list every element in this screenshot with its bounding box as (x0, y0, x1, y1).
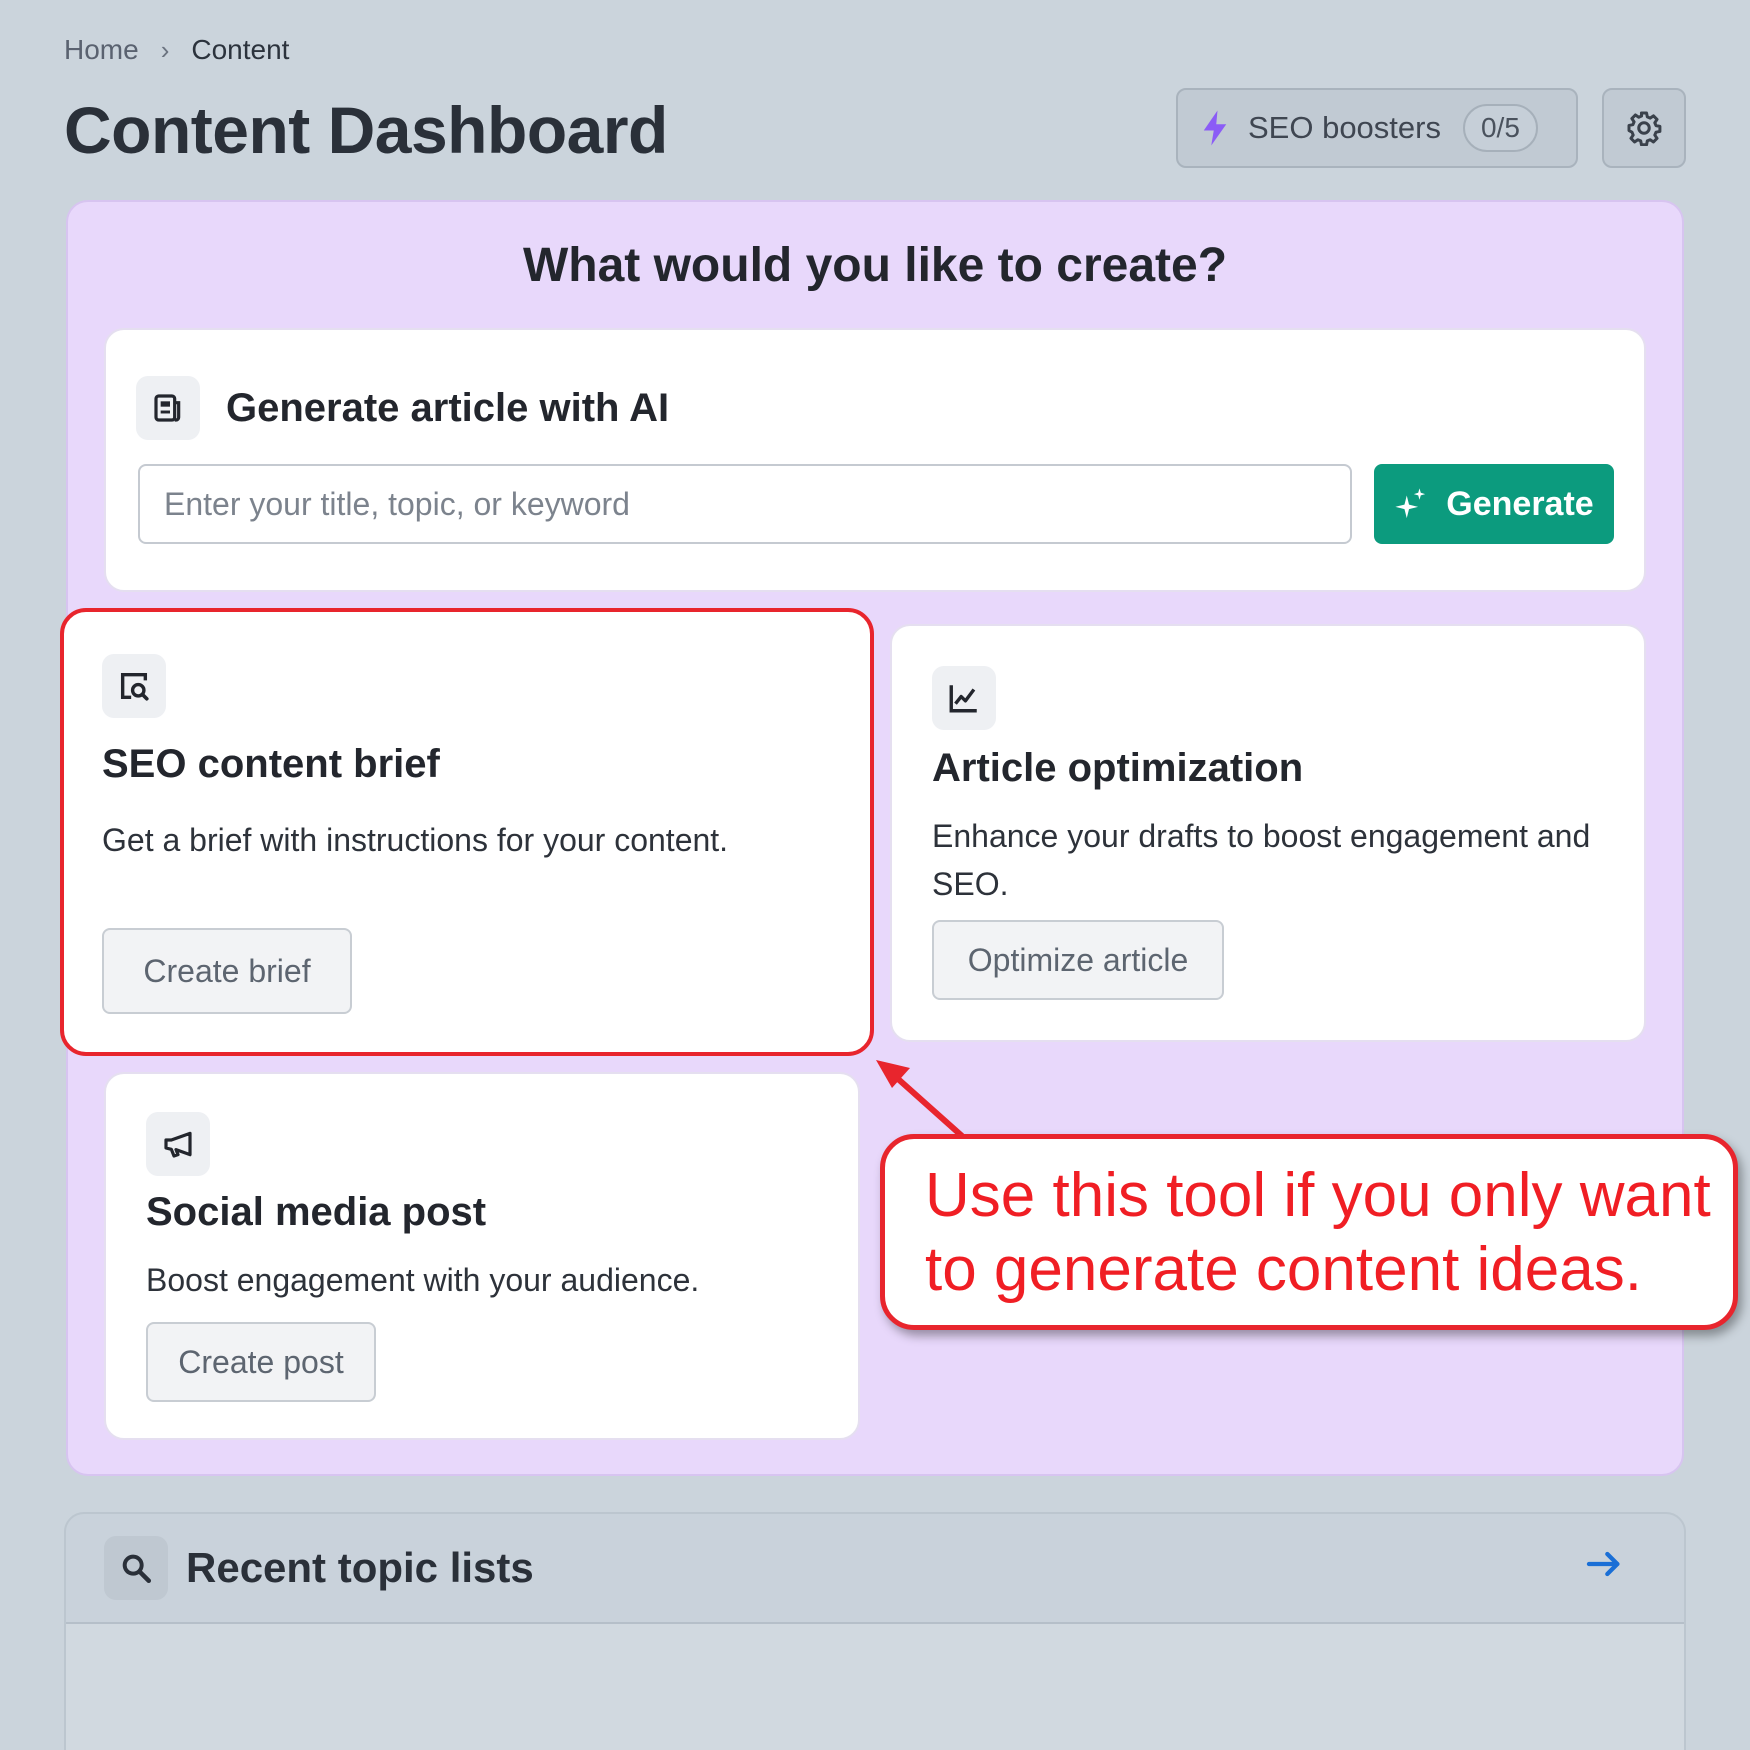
article-icon (136, 376, 200, 440)
page-title: Content Dashboard (64, 93, 668, 167)
annotation-callout: Use this tool if you only want to genera… (880, 1134, 1738, 1330)
generate-button[interactable]: Generate (1374, 464, 1614, 544)
seo-boosters-count: 0/5 (1462, 104, 1538, 152)
search-icon (104, 1536, 168, 1600)
line-chart-icon (932, 666, 996, 730)
seo-content-brief-title: SEO content brief (102, 742, 440, 786)
social-media-post-title: Social media post (146, 1190, 487, 1234)
social-media-post-description: Boost engagement with your audience. (146, 1262, 700, 1298)
article-optimization-description: Enhance your drafts to boost engagement … (932, 818, 1591, 902)
document-search-icon (102, 654, 166, 718)
breadcrumb-home[interactable]: Home (64, 34, 139, 66)
seo-boosters-label: SEO boosters (1248, 110, 1441, 145)
topic-input[interactable] (138, 464, 1352, 544)
article-optimization-title: Article optimization (932, 746, 1304, 790)
gear-icon (1627, 111, 1662, 146)
breadcrumb: Home › Content (64, 34, 289, 66)
seo-content-brief-card: SEO content brief Get a brief with instr… (60, 608, 874, 1056)
settings-button[interactable] (1602, 88, 1686, 168)
breadcrumb-separator: › (160, 34, 170, 65)
social-media-post-card: Social media post Boost engagement with … (104, 1072, 860, 1440)
create-heading: What would you like to create? (522, 239, 1228, 292)
arrow-right-icon[interactable] (1584, 1544, 1624, 1584)
sparkle-icon (1395, 488, 1426, 519)
generate-article-card: Generate article with AI Generate (104, 328, 1646, 592)
optimize-article-button[interactable]: Optimize article (932, 920, 1224, 1000)
recent-topic-lists-title: Recent topic lists (186, 1544, 534, 1591)
lightning-icon (1203, 110, 1227, 146)
seo-boosters-button[interactable]: SEO boosters 0/5 (1176, 88, 1578, 168)
megaphone-icon (146, 1112, 210, 1176)
article-optimization-card: Article optimization Enhance your drafts… (890, 624, 1646, 1042)
recent-topic-lists-body (66, 1624, 1684, 1750)
generate-article-title: Generate article with AI (226, 386, 670, 430)
recent-topic-lists-panel: Recent topic lists (64, 1512, 1686, 1750)
seo-content-brief-description: Get a brief with instructions for your c… (102, 822, 729, 858)
breadcrumb-current: Content (191, 34, 290, 65)
create-brief-button[interactable]: Create brief (102, 928, 352, 1014)
generate-button-label: Generate (1446, 484, 1594, 523)
divider (66, 1622, 1684, 1624)
create-post-button[interactable]: Create post (146, 1322, 376, 1402)
annotation-text: Use this tool if you only want to genera… (925, 1161, 1711, 1304)
